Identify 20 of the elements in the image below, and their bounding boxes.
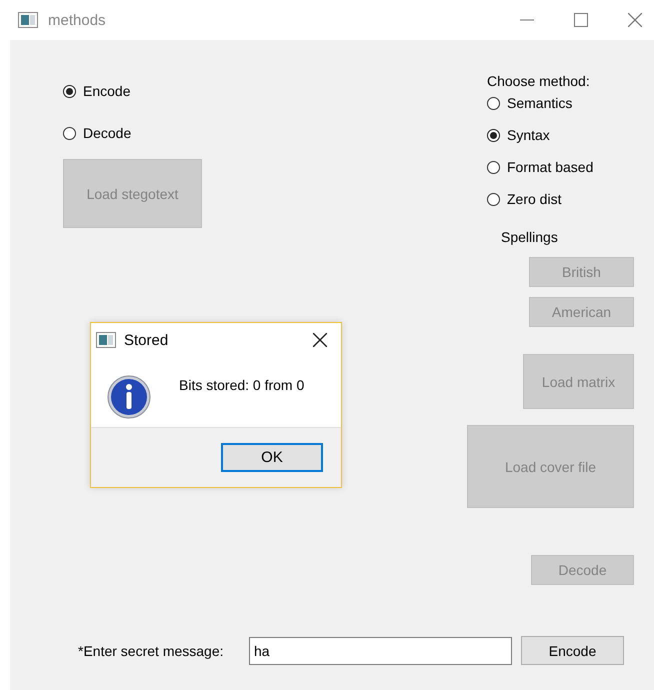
secret-message-field[interactable]: ha [249,636,512,664]
ok-button[interactable]: OK [221,443,323,472]
dialog-title: Stored [124,332,168,348]
encode-button[interactable]: Encode [521,636,624,665]
app-icon [18,12,38,28]
secret-message-label: *Enter secret message: [78,642,225,658]
dialog-message: Bits stored: 0 from 0 [179,377,304,393]
radio-button[interactable]: Semantics [487,93,594,113]
maximize-icon[interactable] [574,13,588,27]
radio-button[interactable]: Encode [63,81,130,101]
app-icon [96,332,116,348]
window-title: methods [48,12,106,28]
radio-button[interactable]: Decode [63,123,132,143]
radio-button[interactable]: Syntax [487,125,594,145]
radio-button[interactable]: Format based [487,157,594,177]
radio-button[interactable]: Zero dist [487,189,594,209]
close-icon[interactable] [313,333,327,347]
info-icon [107,375,151,419]
method-heading: Choose method: [487,72,591,91]
spellings-heading: Spellings [501,228,559,247]
